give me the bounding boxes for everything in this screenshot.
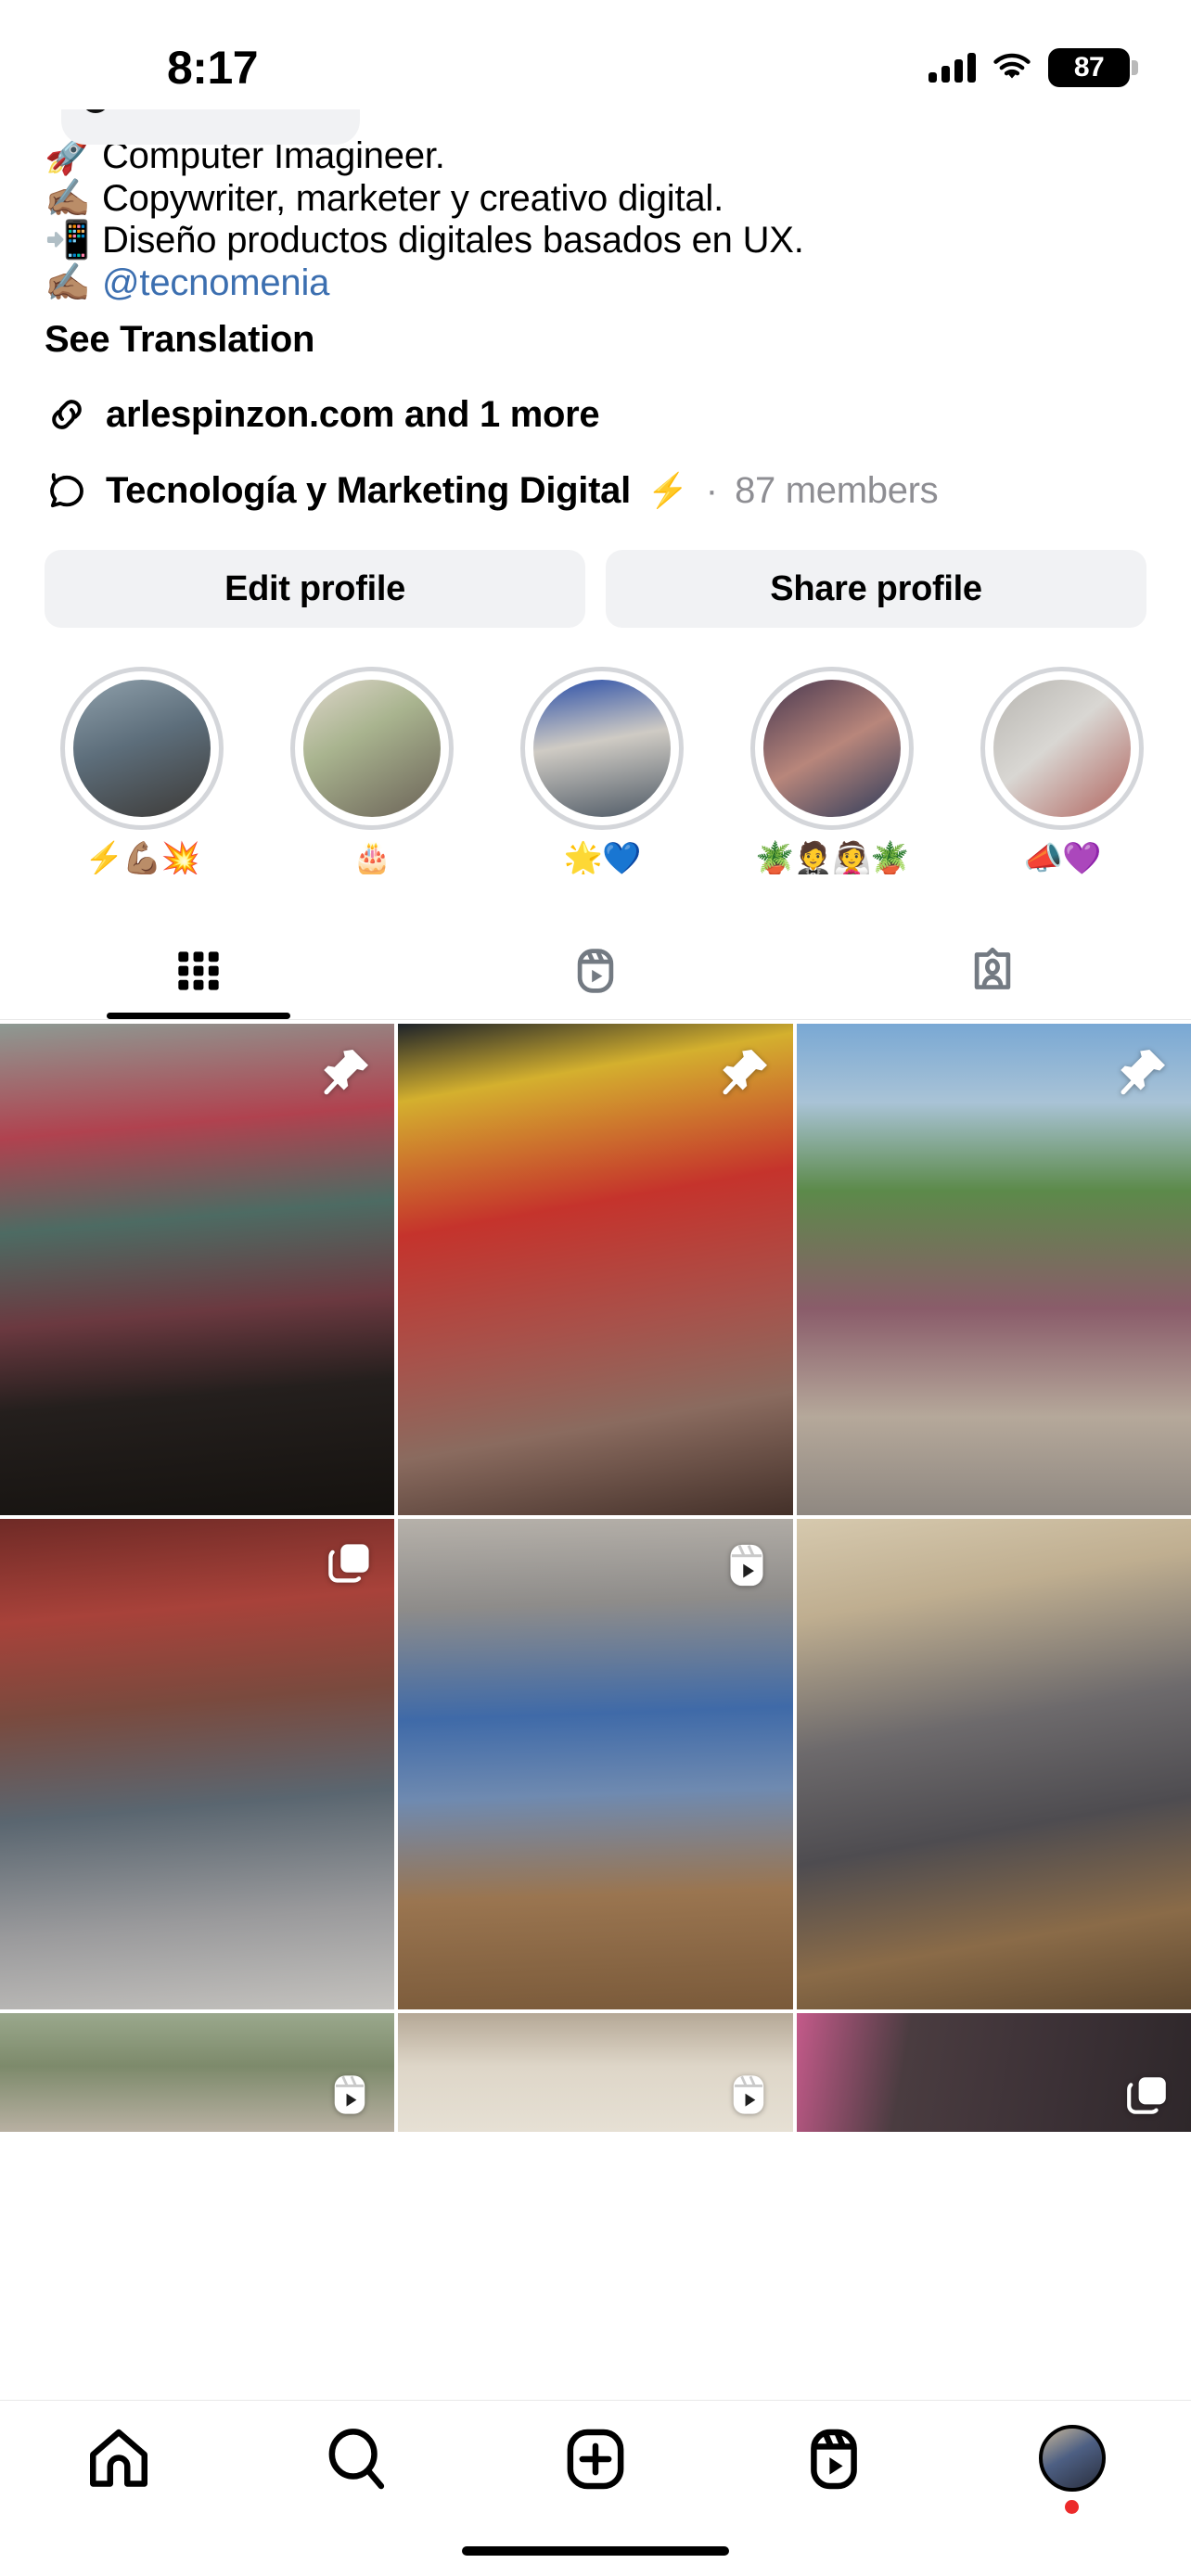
story-highlight-item[interactable]: 🪴🤵👰🪴 [733,667,931,874]
pin-icon [324,1050,369,1095]
battery-percent-label: 87 [1073,52,1105,83]
mobile-arrow-emoji-icon: 📲 [45,220,91,261]
reels-icon [335,2075,365,2114]
nav-create[interactable] [503,2425,688,2493]
profile-bio: 🚀 Computer Imagineer. ✍🏽 Copywriter, mar… [0,122,1191,304]
profile-link-text: arlespinzon.com and 1 more [106,393,600,435]
home-indicator [462,2546,729,2556]
story-highlight-item[interactable]: 📣💜 [963,667,1161,874]
carousel-icon [1127,2077,1166,2114]
highlight-ring [60,667,224,831]
broadcast-channel-icon [50,473,83,508]
bottom-navigation-bar [0,2400,1191,2576]
tagged-icon [974,948,1011,990]
writing-hand-emoji-icon: ✍🏽 [45,177,91,219]
wifi-icon [993,53,1031,79]
carousel-icon [328,1544,369,1583]
post-thumbnail [398,1518,793,2010]
table-row[interactable] [796,1518,1191,2010]
highlight-label: 📣💜 [1023,841,1102,875]
broadcast-channel-row[interactable]: Tecnología y Marketing Digital ⚡ · 87 me… [0,468,1191,513]
highlight-cover [993,680,1131,818]
tab-reels[interactable] [397,923,794,1019]
cellular-signal-icon [928,53,976,83]
active-tab-underline [107,1013,290,1020]
post-thumbnail [0,1518,395,2010]
highlight-label: 🪴🤵👰🪴 [755,841,909,875]
nav-profile[interactable] [980,2425,1165,2514]
nav-home[interactable] [26,2425,211,2493]
profile-link-row[interactable]: arlespinzon.com and 1 more [0,392,1191,437]
broadcast-channel-name: Tecnología y Marketing Digital [106,469,631,511]
highlight-ring [520,667,684,831]
table-row[interactable] [796,2013,1191,2133]
reels-icon [730,1544,763,1587]
bio-mention-link[interactable]: @tecnomenia [102,262,329,305]
highlight-cover [303,680,441,818]
post-grid [0,1024,1191,2133]
tab-tagged[interactable] [794,923,1191,1019]
table-row[interactable] [0,1518,395,2010]
highlight-ring [980,667,1144,831]
scrolled-off-pill [61,109,360,145]
highlight-cover [73,680,211,818]
search-icon [328,2429,385,2490]
pill-glyph-circle [82,109,109,113]
edit-profile-button[interactable]: Edit profile [45,550,585,629]
table-row[interactable] [0,2013,395,2133]
bio-line: ✍🏽 Copywriter, marketer y creativo digit… [45,178,1135,221]
home-icon [90,2429,148,2487]
status-bar-time: 8:17 [167,42,259,94]
status-bar: 8:17 87 [0,0,1191,122]
battery-icon: 87 [1048,48,1138,87]
status-bar-indicators: 87 [928,48,1138,87]
highlight-cover [763,680,901,818]
broadcast-channel-members: 87 members [735,469,939,511]
bio-line-text: Diseño productos digitales basados en UX… [102,220,804,261]
highlight-label: 🎂 [352,841,391,875]
story-highlight-item[interactable]: 🌟💙 [503,667,701,874]
story-highlights-row[interactable]: ⚡💪🏽💥 🎂 🌟💙 🪴🤵👰🪴 📣💜 [0,628,1191,874]
meta-separator: · [705,469,719,511]
highlight-label: ⚡💪🏽💥 [83,841,200,875]
status-badge [1065,2500,1080,2514]
reels-icon [733,2075,763,2114]
highlight-ring [750,667,914,831]
story-highlight-item[interactable]: 🎂 [273,667,471,874]
table-row[interactable] [398,1024,793,1515]
share-profile-button[interactable]: Share profile [606,550,1146,629]
story-highlight-item[interactable]: ⚡💪🏽💥 [43,667,241,874]
profile-action-buttons: Edit profile Share profile [0,550,1191,629]
reels-icon [810,2429,857,2490]
plus-square-icon [567,2429,624,2490]
profile-tabs [0,923,1191,1021]
table-row[interactable] [0,1024,395,1515]
table-row[interactable] [398,1518,793,2010]
post-thumbnail [796,1518,1191,2010]
lightning-bolt-emoji-icon: ⚡ [647,471,689,510]
nav-search[interactable] [264,2425,450,2493]
bio-line: ✍🏽 @tecnomenia [45,262,1135,305]
highlight-label: 🌟💙 [563,841,642,875]
nav-reels[interactable] [741,2425,927,2493]
table-row[interactable] [796,1024,1191,1515]
tab-grid[interactable] [0,923,397,1020]
highlight-cover [533,680,671,818]
see-translation-button[interactable]: See Translation [0,304,1191,361]
bio-line: 📲 Diseño productos digitales basados en … [45,220,1135,262]
pin-icon [1121,1050,1165,1095]
highlight-ring [290,667,454,831]
link-icon [52,400,82,430]
pin-icon [722,1050,767,1095]
writing-hand-emoji-icon: ✍🏽 [45,261,91,303]
reels-icon [577,949,614,994]
bio-line-text: Copywriter, marketer y creativo digital. [102,177,724,219]
grid-icon [178,951,219,990]
table-row[interactable] [398,2013,793,2133]
avatar [1038,2425,1106,2492]
